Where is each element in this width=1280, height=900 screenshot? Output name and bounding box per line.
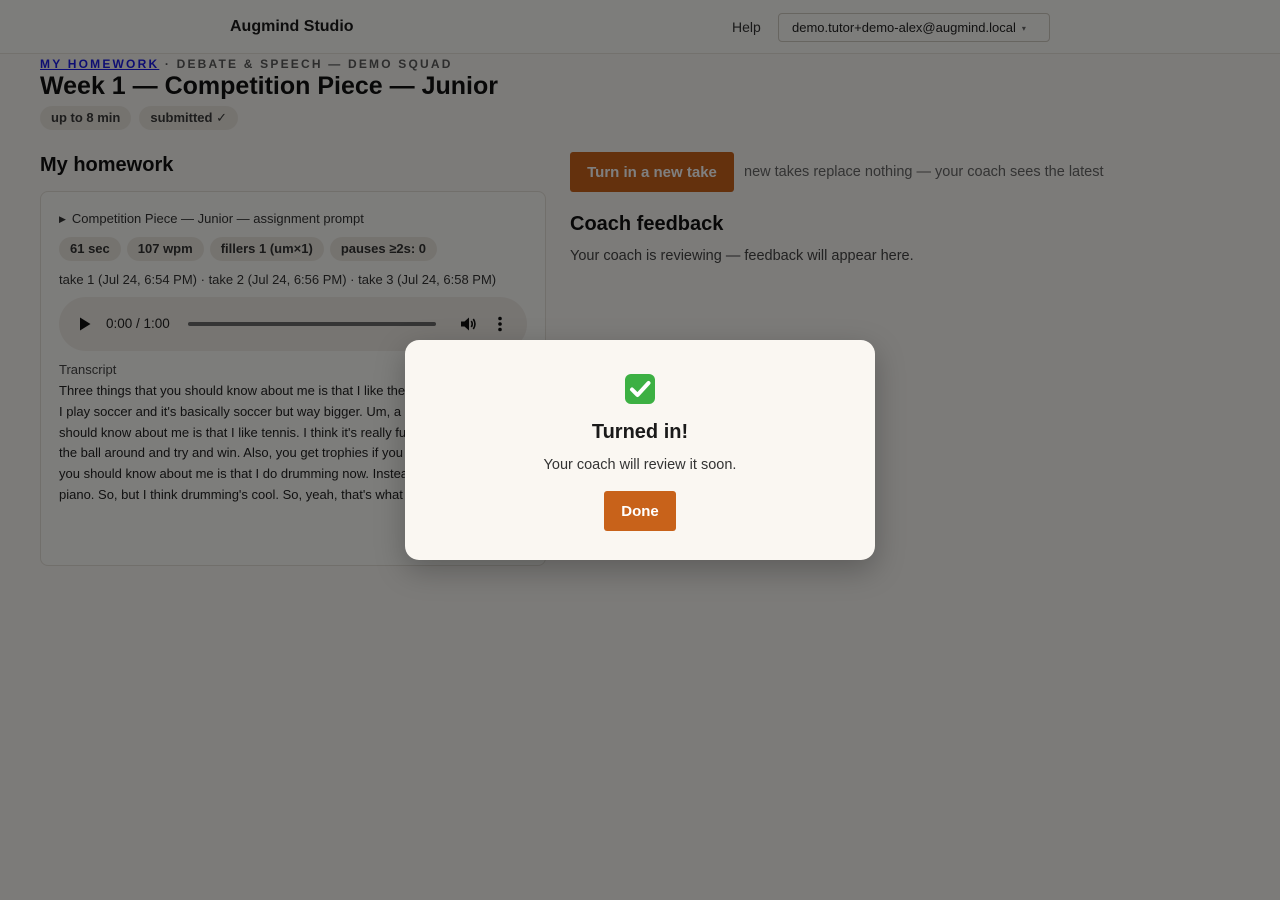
dialog-title: Turned in! <box>591 421 689 443</box>
done-button[interactable]: Done <box>604 491 676 531</box>
turned-in-dialog: Turned in! Your coach will review it soo… <box>405 340 875 560</box>
check-mark-button-icon <box>625 374 655 404</box>
dialog-message: Your coach will review it soon. <box>543 457 737 473</box>
